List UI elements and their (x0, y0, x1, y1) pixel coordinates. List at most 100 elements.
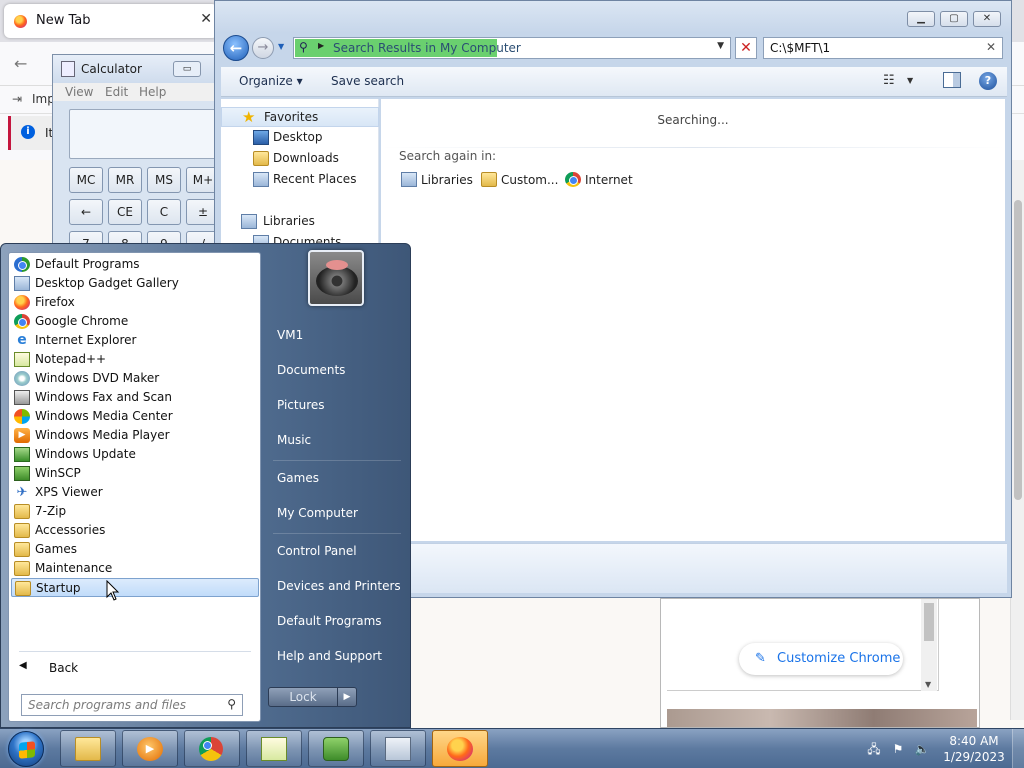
program-windows-update[interactable]: Windows Update (11, 445, 259, 464)
program-windows-media-player[interactable]: ▶ Windows Media Player (11, 426, 259, 445)
menu-help[interactable]: Help (139, 85, 166, 99)
search-icon[interactable]: ⚲ (227, 697, 236, 711)
scrollbar-thumb[interactable] (924, 603, 934, 641)
program-7-zip[interactable]: 7-Zip (11, 502, 259, 521)
start-button[interactable] (8, 731, 44, 767)
start-item-vm1[interactable]: VM1 (267, 320, 405, 350)
recent-pages-dropdown-icon[interactable]: ▼ (278, 42, 284, 51)
nav-favorites[interactable]: ★ Favorites (221, 107, 379, 127)
program-windows-fax-and-scan[interactable]: Windows Fax and Scan (11, 388, 259, 407)
c-button[interactable]: C (147, 199, 181, 225)
maximize-button[interactable]: ▢ (940, 11, 968, 27)
save-search-button[interactable]: Save search (331, 74, 404, 88)
forward-button[interactable]: → (252, 37, 274, 59)
view-dropdown-icon[interactable]: ▼ (907, 76, 913, 85)
divider (19, 651, 251, 652)
explorer-title-bar[interactable]: ▁ ▢ ✕ (215, 1, 1011, 33)
customize-chrome-button[interactable]: ✎ Customize Chrome (739, 643, 903, 675)
minimize-button[interactable]: ▭ (173, 61, 201, 77)
avatar-detail (326, 260, 348, 270)
organize-button[interactable]: Organize ▾ (239, 74, 303, 88)
divider (273, 460, 401, 461)
tab-close-icon[interactable]: ✕ (200, 11, 212, 27)
back-arrow-icon[interactable]: ← (14, 54, 27, 73)
clock-time[interactable]: 8:40 AM (946, 734, 1002, 748)
menu-view[interactable]: View (65, 85, 93, 99)
address-bar[interactable]: ⚲ ▶ Search Results in My Computer ▼ (293, 37, 731, 59)
firefox-tab-new-tab[interactable]: New Tab ✕ (4, 4, 218, 38)
program-notepad-plus-plus[interactable]: Notepad++ (11, 350, 259, 369)
taskbar-notepad-plus-plus-button[interactable] (246, 730, 302, 767)
program-label: Desktop Gadget Gallery (35, 276, 179, 290)
scrollbar-thumb[interactable] (1014, 200, 1022, 500)
breadcrumb-arrow-icon[interactable]: ▶ (318, 41, 324, 50)
taskbar-chrome-button[interactable] (184, 730, 240, 767)
start-search-input[interactable]: Search programs and files ⚲ (21, 694, 243, 716)
recent-places-icon (253, 172, 269, 187)
clear-search-icon[interactable]: ✕ (986, 40, 996, 54)
search-input[interactable]: C:\$MFT\1 ✕ (763, 37, 1003, 59)
search-again-custom-label: Custom... (501, 173, 559, 187)
program-windows-dvd-maker[interactable]: Windows DVD Maker (11, 369, 259, 388)
backspace-button[interactable]: ← (69, 199, 103, 225)
panel-scrollbar[interactable]: ▼ (921, 599, 937, 691)
program-windows-media-center[interactable]: Windows Media Center (11, 407, 259, 426)
program-label: Google Chrome (35, 314, 129, 328)
program-xps-viewer[interactable]: ✈ XPS Viewer (11, 483, 259, 502)
default-programs-icon (14, 257, 30, 272)
program-label: Firefox (35, 295, 75, 309)
help-icon[interactable]: ? (979, 72, 997, 90)
preview-pane-icon[interactable] (943, 72, 961, 88)
mc-button[interactable]: MC (69, 167, 103, 193)
program-label: Startup (36, 581, 81, 595)
taskbar-calculator-button[interactable] (370, 730, 426, 767)
back-button[interactable]: ← (223, 35, 249, 61)
start-item-games[interactable]: Games (267, 463, 405, 493)
clock-date[interactable]: 1/29/2023 (942, 750, 1006, 764)
volume-icon[interactable]: 🔈 (914, 742, 930, 756)
search-results-pane: Searching... Search again in: Libraries … (381, 99, 1005, 541)
start-item-devices-and-printers[interactable]: Devices and Printers (267, 571, 405, 601)
scroll-down-icon[interactable]: ▼ (925, 680, 931, 689)
mr-button[interactable]: MR (108, 167, 142, 193)
network-icon[interactable]: 🖧 (866, 742, 882, 756)
program-google-chrome[interactable]: Google Chrome (11, 312, 259, 331)
program-winscp[interactable]: WinSCP (11, 464, 259, 483)
program-default-programs[interactable]: Default Programs (11, 255, 259, 274)
start-item-control-panel[interactable]: Control Panel (267, 536, 405, 566)
start-item-help-and-support[interactable]: Help and Support (267, 641, 405, 671)
taskbar-explorer-button[interactable] (60, 730, 116, 767)
firefox-scrollbar[interactable] (1010, 160, 1024, 720)
close-button[interactable]: ✕ (973, 11, 1001, 27)
start-item-pictures[interactable]: Pictures (267, 390, 405, 420)
shutdown-options-arrow-icon[interactable]: ▶ (337, 687, 357, 707)
navigation-pane: ★ Favorites Desktop Downloads Recent Pla… (221, 99, 379, 250)
program-startup[interactable]: Startup (11, 578, 259, 597)
nav-favorites-label: Favorites (264, 110, 319, 124)
address-dropdown-icon[interactable]: ▼ (717, 41, 724, 51)
user-avatar[interactable] (308, 250, 364, 306)
program-firefox[interactable]: Firefox (11, 293, 259, 312)
program-games[interactable]: Games (11, 540, 259, 559)
start-item-music[interactable]: Music (267, 425, 405, 455)
minimize-button[interactable]: ▁ (907, 11, 935, 27)
program-accessories[interactable]: Accessories (11, 521, 259, 540)
stop-search-button[interactable]: ✕ (735, 37, 757, 59)
action-center-flag-icon[interactable]: ⚑ (890, 742, 906, 756)
lock-button[interactable]: Lock (268, 687, 338, 707)
calculator-title-bar[interactable]: Calculator ▭ (53, 55, 241, 83)
program-internet-explorer[interactable]: e Internet Explorer (11, 331, 259, 350)
menu-edit[interactable]: Edit (105, 85, 128, 99)
start-item-documents[interactable]: Documents (267, 355, 405, 385)
taskbar-media-player-button[interactable]: ▶ (122, 730, 178, 767)
start-item-my-computer[interactable]: My Computer (267, 498, 405, 528)
program-desktop-gadget-gallery[interactable]: Desktop Gadget Gallery (11, 274, 259, 293)
ms-button[interactable]: MS (147, 167, 181, 193)
change-view-icon[interactable]: ☷ (883, 73, 895, 88)
program-maintenance[interactable]: Maintenance (11, 559, 259, 578)
ce-button[interactable]: CE (108, 199, 142, 225)
start-item-default-programs[interactable]: Default Programs (267, 606, 405, 636)
taskbar-winscp-button[interactable] (308, 730, 364, 767)
show-desktop-button[interactable] (1012, 729, 1024, 768)
taskbar-firefox-button[interactable] (432, 730, 488, 767)
